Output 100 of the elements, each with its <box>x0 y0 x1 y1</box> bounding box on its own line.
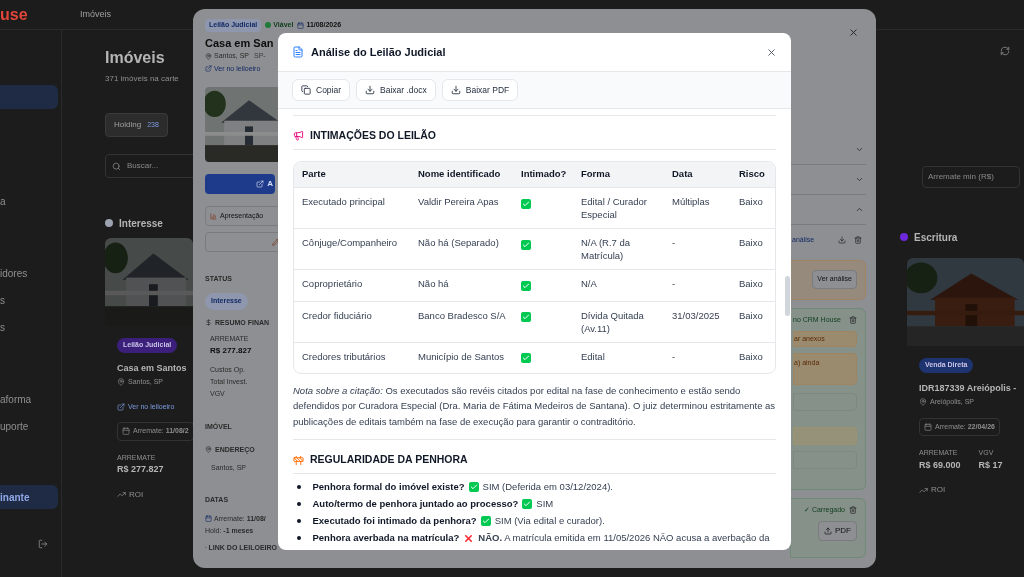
bullet-icon <box>297 502 301 506</box>
column-title: Interesse <box>119 216 163 231</box>
table-cell: Coproprietário <box>294 269 410 301</box>
card-title: Casa em Santos <box>117 361 187 375</box>
sidebar-item[interactable]: idores <box>0 265 61 283</box>
construction-icon <box>293 454 304 466</box>
trash-icon[interactable] <box>849 315 857 324</box>
pin-icon <box>117 378 125 387</box>
document-icon <box>292 46 304 58</box>
calendar-icon <box>122 427 130 436</box>
checklist-question: Penhora averbada na matrícula? <box>312 532 460 544</box>
table-cell: Cônjuge/Companheiro <box>294 228 410 270</box>
sidebar-item[interactable]: a <box>0 193 61 211</box>
citation-note: Nota sobre a citação: Os executados são revéis citados por edital na fase de conhecimento e estão sendo defendidos por Curadora Especial (Dra. Maria de Fátima Medeiros de Santana). O juiz determinou estritamente as publicações de editais também na fase de execução para garantir o contraditório. <box>293 383 776 429</box>
table-cell: Múltiplas <box>664 187 731 229</box>
column-header: Nome identificado <box>410 161 513 188</box>
pdf-upload-button[interactable]: PDF <box>818 521 857 541</box>
table-cell: Não há <box>410 269 513 301</box>
action-button[interactable]: Baixar .docx <box>356 79 436 101</box>
plan-card[interactable]: inante <box>0 485 58 509</box>
pencil-icon <box>272 238 280 246</box>
sidebar-item[interactable]: s <box>0 319 61 337</box>
table-cell: Dívida Quitada (Av.11) <box>573 301 664 342</box>
table-cell: - <box>664 228 731 270</box>
table-cell: N/A (R.7 da Matrícula) <box>573 228 664 270</box>
table-cell: Credor fiduciário <box>294 301 410 342</box>
metric-value: R$ 277.827 <box>117 463 164 476</box>
plan-label: inante <box>0 490 30 505</box>
bullet-icon <box>297 485 301 489</box>
table-cell: Não há (Separado) <box>410 228 513 270</box>
column-header: Intimado? <box>513 161 573 188</box>
download-icon <box>365 85 376 95</box>
info-box <box>793 427 857 445</box>
megaphone-icon <box>293 130 304 142</box>
pin-icon <box>205 52 212 60</box>
close-icon[interactable] <box>766 46 777 58</box>
copy-icon <box>301 85 311 95</box>
download-icon[interactable] <box>838 236 846 245</box>
section-heading: INTIMAÇÕES DO LEILÃO <box>310 128 436 143</box>
section-heading: REGULARIDADE DA PENHORA <box>310 452 468 468</box>
breadcrumb: Imóveis <box>80 7 111 21</box>
calendar-icon <box>205 515 212 523</box>
page-subtitle: 371 imóveis na carte <box>105 73 180 85</box>
trash-icon[interactable] <box>849 505 857 514</box>
table-cell: Credores tributários <box>294 342 410 373</box>
table-cell: - <box>664 269 731 301</box>
chart-icon <box>210 212 217 220</box>
trend-icon <box>919 485 928 495</box>
action-button[interactable]: Copiar <box>292 79 351 101</box>
column-header: Risco <box>731 161 775 188</box>
logout-icon[interactable] <box>38 539 48 549</box>
table-cell: Valdir Pereira Apas <box>410 187 513 229</box>
dialog-title: Análise do Leilão Judicial <box>311 44 446 60</box>
checklist-answer: SIM <box>536 498 554 510</box>
close-icon[interactable] <box>848 27 859 38</box>
nav-highlight <box>0 85 58 109</box>
min-price-field[interactable]: Arremate min (R$) <box>922 166 1020 188</box>
table-cell: Baixo <box>731 187 775 229</box>
sidebar-item[interactable]: uporte <box>0 418 61 436</box>
search-icon <box>112 161 121 171</box>
calendar-icon <box>924 422 932 431</box>
logo[interactable]: use <box>0 6 80 23</box>
column-header: Forma <box>573 161 664 188</box>
external-link-icon <box>205 65 212 73</box>
roi-label: ROI <box>129 488 144 501</box>
bullet-icon <box>297 519 301 523</box>
trash-icon[interactable] <box>854 236 862 245</box>
checklist-question: Executado foi intimado da penhora? <box>312 515 477 527</box>
drawer-title: Casa em San <box>205 35 275 51</box>
checklist-answer: NÃO. A matrícula emitida em 11/05/2026 NÃO acusa a averbação da <box>478 532 770 544</box>
metric-value: R$ 277.827 <box>210 344 253 357</box>
upload-icon <box>824 527 832 535</box>
chevron-down-icon[interactable] <box>855 175 864 184</box>
download-icon <box>450 85 461 95</box>
table-cell: Baixo <box>731 269 775 301</box>
bullet-icon <box>297 536 301 540</box>
table-cell: Baixo <box>731 301 775 342</box>
external-link-icon <box>256 180 265 188</box>
table-cell: - <box>664 342 731 373</box>
chevron-up-icon[interactable] <box>855 205 864 214</box>
table-cell: Baixo <box>731 342 775 373</box>
metric-value: R$ 69.000 <box>919 458 961 472</box>
metric-value: R$ 17 <box>978 458 1003 472</box>
table-cell: Baixo <box>731 228 775 270</box>
chevron-down-icon[interactable] <box>855 145 864 154</box>
external-link-icon <box>117 402 125 411</box>
table-cell: Município de Santos <box>410 342 513 373</box>
table-cell: N/A <box>573 269 664 301</box>
pin-icon <box>205 446 212 454</box>
column-header: Parte <box>294 161 410 188</box>
sidebar-item[interactable]: aforma <box>0 391 61 409</box>
table-cell: Banco Bradesco S/A <box>410 301 513 342</box>
refresh-icon[interactable] <box>1000 46 1010 56</box>
roi-label: ROI <box>931 484 946 496</box>
sidebar-item[interactable]: s <box>0 292 61 310</box>
action-button[interactable]: Baixar PDF <box>441 79 519 101</box>
column-header: Data <box>664 161 731 188</box>
calendar-icon <box>297 21 305 29</box>
primary-button[interactable]: A <box>205 174 275 194</box>
dollar-icon <box>205 319 212 327</box>
